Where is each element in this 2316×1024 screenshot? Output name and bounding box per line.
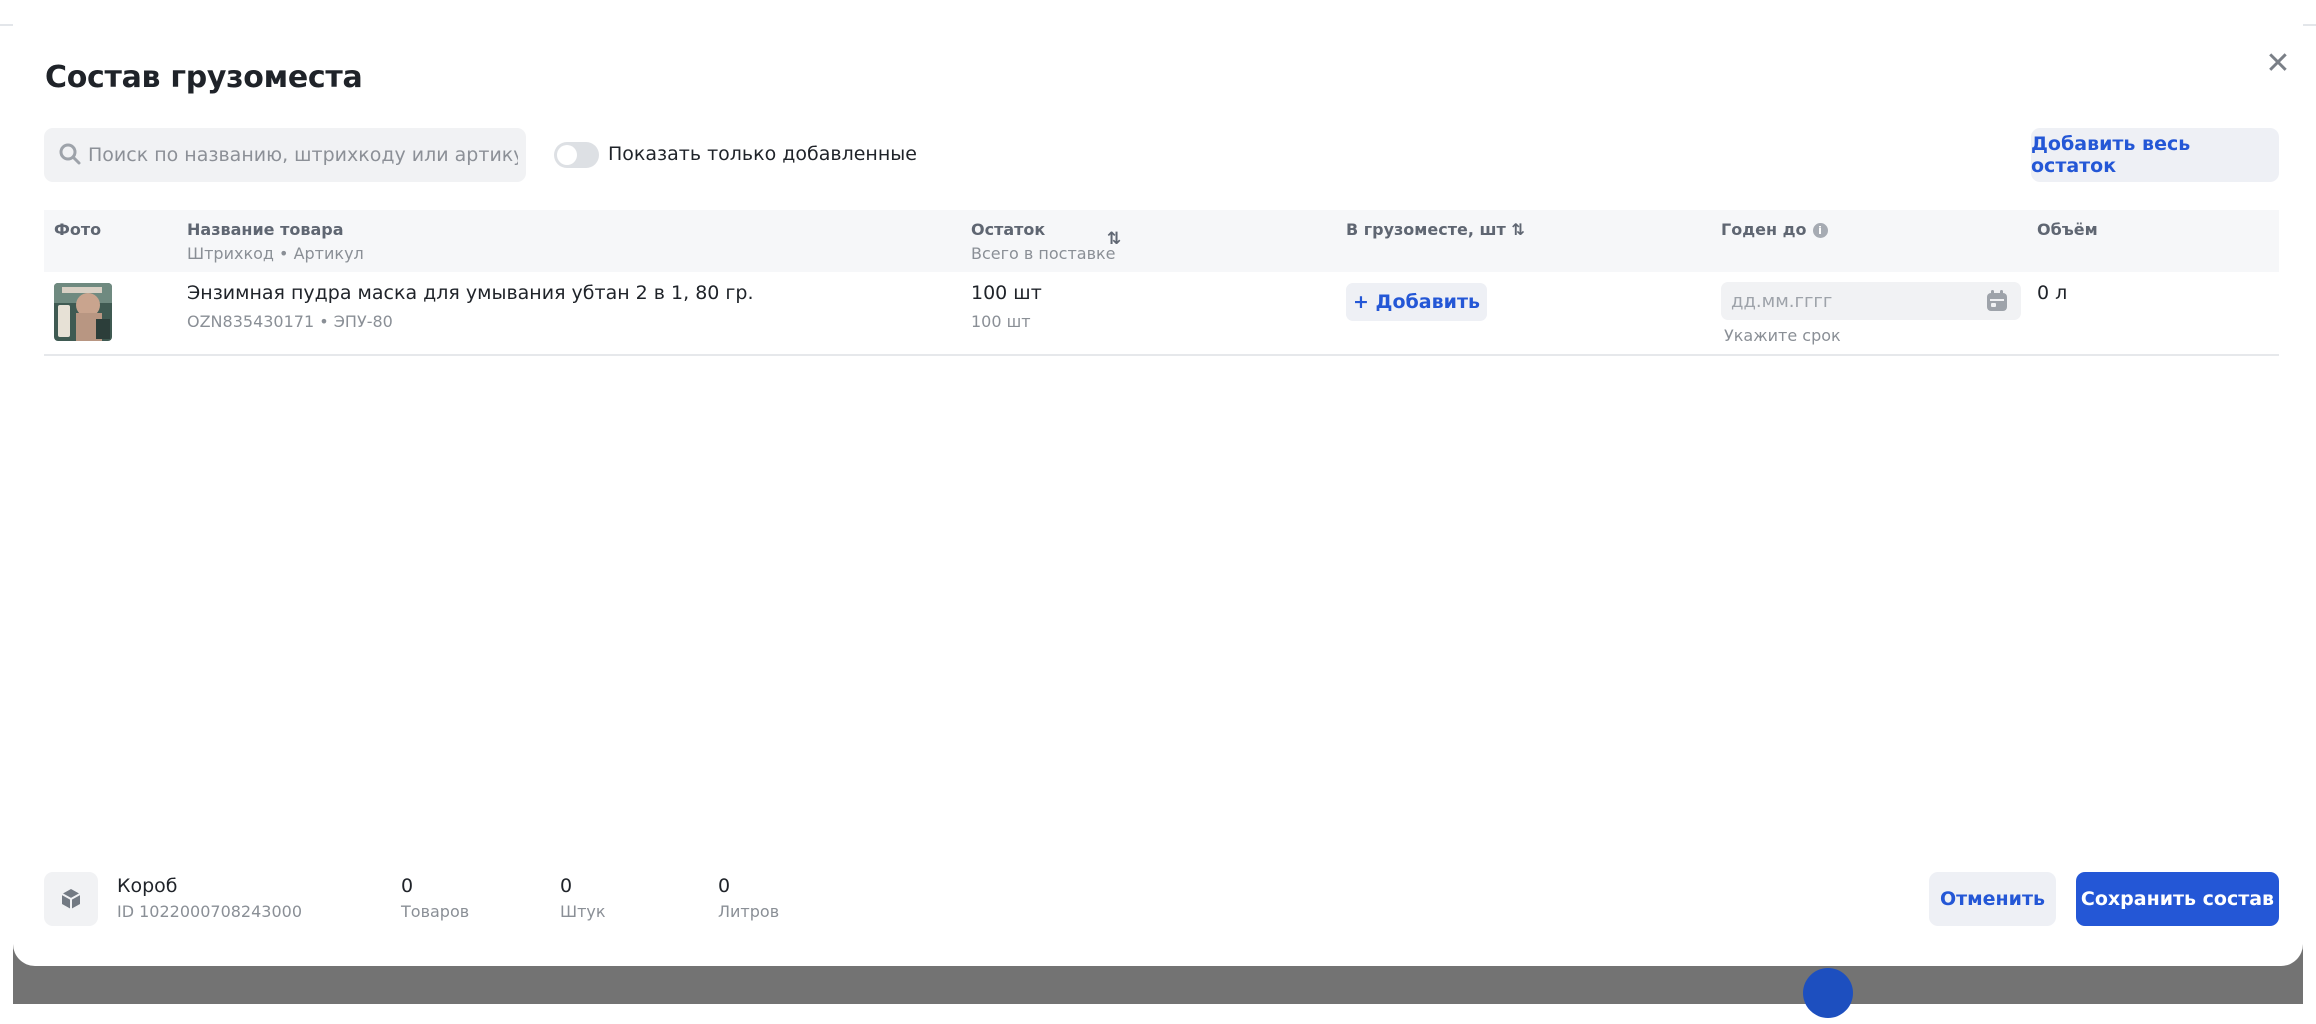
- cancel-button[interactable]: Отменить: [1929, 872, 2056, 926]
- expiry-date-field[interactable]: [1721, 282, 2021, 320]
- box-icon: [44, 872, 98, 926]
- stat-pieces-value: 0: [560, 875, 573, 897]
- calendar-icon[interactable]: [1986, 290, 2008, 312]
- expiry-hint: Укажите срок: [1724, 326, 1841, 345]
- save-composition-button[interactable]: Сохранить состав: [2076, 872, 2279, 926]
- product-image: [54, 283, 112, 341]
- product-stock: 100 шт: [971, 282, 1042, 304]
- show-added-label: Показать только добавленные: [608, 143, 917, 165]
- stat-products-label: Товаров: [401, 902, 470, 921]
- table-row: Энзимная пудра маска для умывания убтан …: [44, 272, 2279, 356]
- info-icon[interactable]: i: [1812, 223, 1828, 238]
- header-expiry-label: Годен до: [1721, 220, 1807, 239]
- header-volume: Объём: [2037, 220, 2098, 239]
- stat-products-value: 0: [401, 875, 414, 897]
- product-photo[interactable]: [54, 283, 112, 341]
- close-icon[interactable]: ✕: [2262, 48, 2294, 80]
- search-field[interactable]: [44, 128, 526, 182]
- header-photo: Фото: [54, 220, 102, 239]
- add-to-box-button[interactable]: + Добавить: [1346, 283, 1487, 321]
- expiry-date-input[interactable]: [1731, 282, 1981, 320]
- header-name-sub: Штрихкод • Артикул: [187, 244, 364, 263]
- chat-support-icon[interactable]: [1803, 968, 1853, 1018]
- search-icon: [59, 143, 81, 165]
- sort-in-box-icon[interactable]: ⇅: [1511, 220, 1524, 239]
- search-input[interactable]: [88, 128, 518, 182]
- stat-liters-label: Литров: [718, 902, 780, 921]
- box-name: Короб: [117, 875, 178, 897]
- header-expiry: Годен до i: [1721, 220, 1828, 239]
- show-added-toggle[interactable]: [554, 142, 599, 168]
- header-in-box-label: В грузоместе, шт: [1346, 220, 1506, 239]
- toggle-knob: [557, 145, 577, 165]
- product-volume: 0 л: [2037, 282, 2068, 304]
- stat-liters-value: 0: [718, 875, 731, 897]
- add-all-remaining-button[interactable]: Добавить весь остаток: [2031, 128, 2279, 182]
- stat-pieces-label: Штук: [560, 902, 606, 921]
- product-barcode-sku: OZN835430171 • ЭПУ-80: [187, 312, 393, 331]
- box-id: ID 1022000708243000: [117, 902, 302, 921]
- header-in-box[interactable]: В грузоместе, шт ⇅: [1346, 220, 1525, 239]
- header-name: Название товара: [187, 220, 344, 239]
- sort-stock-icon[interactable]: ⇅: [1107, 229, 1121, 249]
- product-stock-total: 100 шт: [971, 312, 1031, 331]
- header-stock: Остаток: [971, 220, 1046, 239]
- modal-title: Состав грузоместа: [45, 60, 363, 95]
- table-header: Фото Название товара Штрихкод • Артикул …: [44, 210, 2279, 272]
- product-name[interactable]: Энзимная пудра маска для умывания убтан …: [187, 282, 754, 304]
- header-stock-sub: Всего в поставке: [971, 244, 1116, 263]
